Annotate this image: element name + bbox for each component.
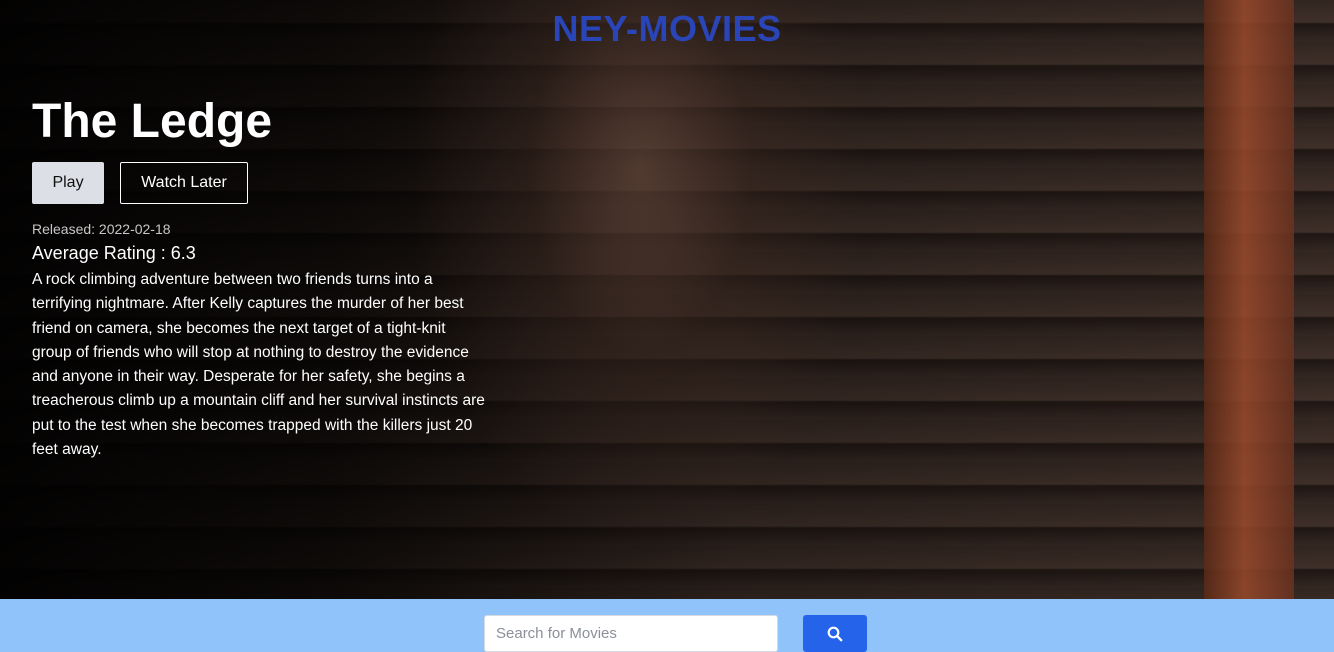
play-button[interactable]: Play — [32, 162, 104, 204]
movie-title: The Ledge — [32, 95, 273, 148]
hero-backdrop-pillar — [1204, 0, 1294, 599]
site-logo[interactable]: NEY-MOVIES — [0, 8, 1334, 50]
release-date: Released: 2022-02-18 — [32, 221, 171, 237]
average-rating: Average Rating : 6.3 — [32, 243, 196, 263]
movie-overview: A rock climbing adventure between two fr… — [32, 271, 485, 459]
search-icon — [827, 626, 843, 641]
watch-later-button[interactable]: Watch Later — [120, 162, 248, 204]
search-bar — [0, 599, 1334, 652]
search-input[interactable] — [484, 615, 778, 652]
search-button[interactable] — [803, 615, 867, 652]
